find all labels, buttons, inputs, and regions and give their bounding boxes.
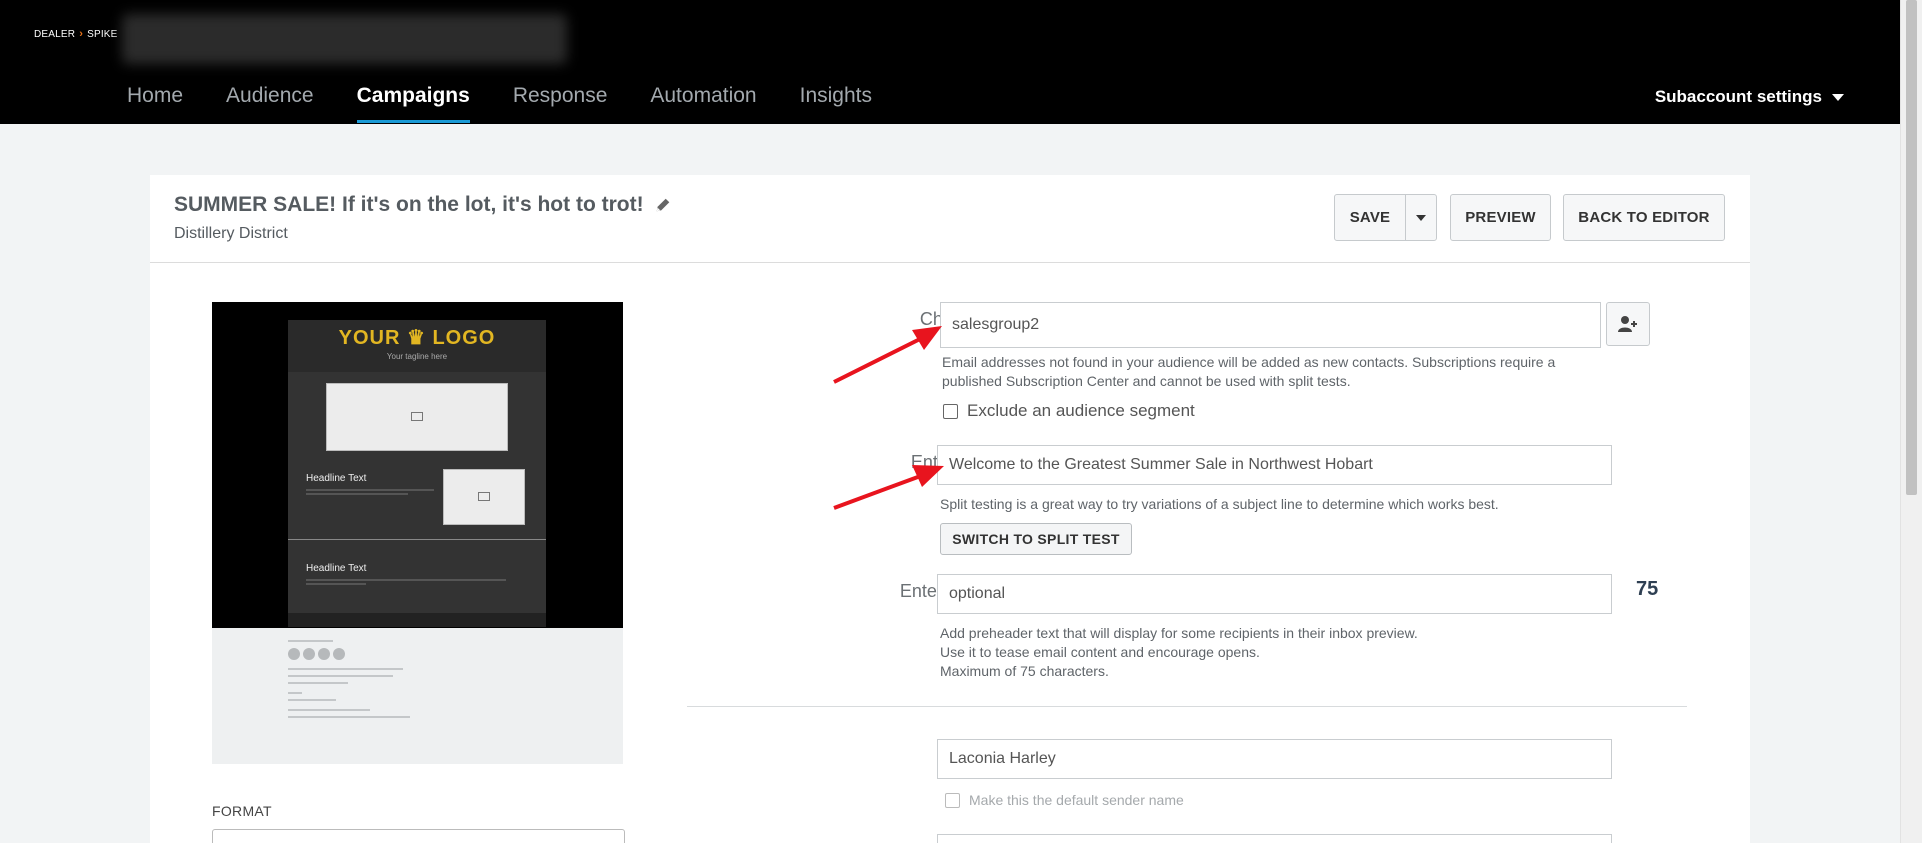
campaign-title: SUMMER SALE! If it's on the lot, it's ho…	[174, 193, 644, 216]
preview-dark-section: YOUR ♛ LOGO Your tagline here Headline T…	[212, 302, 623, 628]
nav-insights[interactable]: Insights	[800, 84, 872, 124]
nav-response[interactable]: Response	[513, 84, 608, 124]
subject-line-input[interactable]: Welcome to the Greatest Summer Sale in N…	[937, 445, 1612, 485]
default-sender-label: Make this the default sender name	[969, 792, 1184, 808]
preheader-help-line-1: Add preheader text that will display for…	[940, 625, 1418, 641]
default-sender-row[interactable]: Make this the default sender name	[945, 792, 1184, 808]
top-navigation-bar: DEALER › SPIKE Home Audience Campaigns R…	[0, 0, 1900, 124]
brand-logo[interactable]: DEALER › SPIKE	[34, 28, 118, 40]
brand-chevron-icon: ›	[79, 28, 84, 40]
nav-home[interactable]: Home	[127, 84, 183, 124]
section-divider	[687, 706, 1687, 707]
preview-footer-bar	[288, 613, 546, 627]
add-user-icon	[1618, 316, 1637, 332]
default-sender-checkbox[interactable]	[945, 792, 960, 808]
caret-down-icon	[1416, 214, 1426, 221]
subaccount-settings-menu[interactable]: Subaccount settings	[1655, 87, 1844, 107]
image-icon	[478, 492, 490, 501]
annotation-arrow-icon	[833, 326, 942, 384]
recipients-input[interactable]: salesgroup2	[940, 302, 1601, 348]
select-contacts-button[interactable]	[1606, 302, 1650, 346]
exclude-segment-row[interactable]: Exclude an audience segment	[943, 401, 1195, 421]
exclude-segment-checkbox[interactable]	[943, 403, 958, 419]
format-label: FORMAT	[212, 803, 272, 819]
preview-headline: Headline Text	[306, 563, 367, 574]
preview-button[interactable]: PREVIEW	[1450, 194, 1551, 241]
nav-automation[interactable]: Automation	[650, 84, 756, 124]
nav-audience[interactable]: Audience	[226, 84, 314, 124]
pencil-icon[interactable]	[654, 196, 672, 214]
preview-headline: Headline Text	[306, 473, 367, 484]
chevron-down-icon	[1832, 93, 1844, 101]
preview-social-icons	[288, 648, 438, 660]
campaign-title-row: SUMMER SALE! If it's on the lot, it's ho…	[174, 193, 672, 217]
main-nav: Home Audience Campaigns Response Automat…	[127, 84, 915, 124]
save-button[interactable]: SAVE	[1334, 194, 1406, 241]
preview-tagline: Your tagline here	[386, 352, 448, 361]
subject-help-text: Split testing is a great way to try vari…	[940, 496, 1499, 512]
preview-paragraph	[306, 489, 434, 499]
preheader-char-counter: 75	[1636, 578, 1659, 600]
subaccount-settings-label: Subaccount settings	[1654, 87, 1822, 106]
preview-image-placeholder	[326, 383, 508, 451]
page-scrollbar[interactable]	[1900, 0, 1922, 843]
email-preview-thumbnail[interactable]: YOUR ♛ LOGO Your tagline here Headline T…	[212, 302, 623, 764]
back-to-editor-button[interactable]: BACK TO EDITOR	[1563, 194, 1725, 241]
preview-email-body: YOUR ♛ LOGO Your tagline here Headline T…	[288, 320, 546, 627]
brand-left-text: DEALER	[34, 28, 76, 40]
campaign-header: SUMMER SALE! If it's on the lot, it's ho…	[150, 175, 1750, 263]
switch-to-split-test-button[interactable]: SWITCH TO SPLIT TEST	[940, 523, 1132, 555]
preview-image-placeholder	[443, 469, 525, 525]
annotation-arrow-icon	[833, 465, 944, 510]
sender-name-input[interactable]: Laconia Harley	[937, 739, 1612, 779]
format-select[interactable]	[212, 829, 625, 843]
preview-logo-text: YOUR ♛ LOGO	[338, 327, 496, 349]
brand-right-text: SPIKE	[87, 28, 118, 40]
blurred-account-name	[122, 14, 567, 64]
scrollbar-thumb[interactable]	[1906, 0, 1917, 495]
campaign-subtitle: Distillery District	[174, 225, 288, 242]
preheader-input[interactable]: optional	[937, 574, 1612, 614]
reply-to-input[interactable]	[937, 834, 1612, 843]
save-options-dropdown[interactable]	[1405, 194, 1437, 241]
preview-footer-text	[288, 640, 438, 723]
exclude-segment-label: Exclude an audience segment	[967, 401, 1195, 420]
preview-paragraph	[306, 579, 506, 589]
preheader-help-line-2: Use it to tease email content and encour…	[940, 644, 1260, 660]
nav-campaigns[interactable]: Campaigns	[356, 84, 471, 124]
campaign-settings-card: YOUR ♛ LOGO Your tagline here Headline T…	[150, 263, 1750, 843]
preheader-help-line-3: Maximum of 75 characters.	[940, 663, 1109, 679]
recipients-help-text: Email addresses not found in your audien…	[942, 354, 1556, 389]
image-icon	[411, 412, 423, 421]
preview-divider	[288, 539, 546, 540]
preview-header: YOUR ♛ LOGO Your tagline here	[288, 320, 546, 372]
